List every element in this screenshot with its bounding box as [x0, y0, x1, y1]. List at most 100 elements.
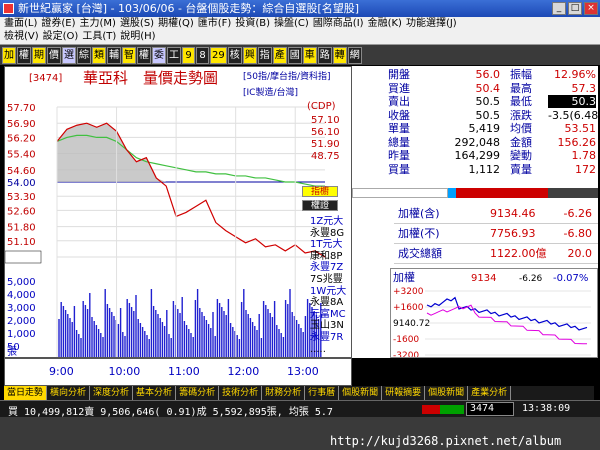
quote-label: 買進 — [388, 81, 410, 95]
menu-item[interactable]: 工具(T) — [80, 30, 118, 43]
mini-tick-label: -1600 — [393, 335, 419, 345]
toolbar-button[interactable]: 權 — [17, 46, 31, 64]
toolbar-button[interactable]: 智 — [122, 46, 136, 64]
warrant-item[interactable]: 玉山3N — [310, 320, 350, 332]
code-input[interactable]: 3474 — [466, 402, 514, 416]
analysis-tab[interactable]: 當日走勢 — [4, 386, 48, 400]
maximize-button[interactable]: □ — [568, 2, 582, 15]
toolbar-button[interactable]: 網 — [347, 46, 362, 64]
menu-item[interactable]: 證券(E) — [39, 17, 77, 30]
warrant-item[interactable]: 7S兆豐 — [310, 274, 350, 286]
menu-item[interactable]: 匯市(F) — [196, 17, 234, 30]
watermark-url: http://kujd3268.pixnet.net/album — [330, 434, 562, 448]
toolbar-button[interactable]: 29 — [210, 46, 227, 64]
index-label: 成交總額 — [398, 247, 442, 260]
index-row: 加權(含) 9134.46 -6.26 — [394, 204, 598, 224]
price-tick-label: 54.60 — [7, 166, 36, 177]
analysis-tab[interactable]: 籌碼分析 — [176, 386, 220, 400]
toolbar-button[interactable]: 加 — [2, 46, 16, 64]
quote-label: 買量 — [388, 162, 410, 176]
menu-item[interactable]: 畫面(L) — [2, 17, 39, 30]
toolbar-button[interactable]: 委 — [152, 46, 166, 64]
toolbar-button[interactable]: 期 — [32, 46, 46, 64]
warrant-item[interactable]: 康和8P — [310, 251, 350, 263]
toolbar-button[interactable]: 類 — [92, 46, 106, 64]
warrant-item[interactable]: 永豐7R — [310, 332, 350, 344]
cdp-value: 56.10 — [311, 127, 340, 138]
analysis-tab[interactable]: 行事曆 — [305, 386, 340, 400]
menu-item[interactable]: 國際商品(I) — [311, 17, 366, 30]
toolbar-button[interactable]: 工 — [167, 46, 181, 64]
time-tick-label: 11:00 — [168, 365, 200, 378]
analysis-tab[interactable]: 財務分析 — [262, 386, 306, 400]
analysis-tab[interactable]: 產業分析 — [468, 386, 512, 400]
menu-item[interactable]: 選股(S) — [118, 17, 156, 30]
minimize-button[interactable]: _ — [552, 2, 566, 15]
menu-item[interactable]: 期權(Q) — [156, 17, 196, 30]
quote-value: 53.51 — [564, 122, 597, 135]
price-tick-label: 51.10 — [7, 237, 36, 248]
warrant-item[interactable]: 元富MC — [310, 309, 350, 321]
analysis-tab[interactable]: 基本分析 — [133, 386, 177, 400]
toolbar-button[interactable]: 車 — [302, 46, 317, 64]
clock: 13:38:09 — [522, 403, 571, 414]
chart-title: 量價走勢圖 — [143, 69, 218, 87]
warrant-item[interactable]: 1W元大 — [310, 286, 350, 298]
menu-item[interactable]: 投資(B) — [233, 17, 272, 30]
toolbar-button[interactable]: 權 — [137, 46, 151, 64]
toolbar-button[interactable]: 轉 — [332, 46, 347, 64]
menu-item[interactable]: 設定(O) — [41, 30, 81, 43]
analysis-tab[interactable]: 研報摘要 — [382, 386, 426, 400]
warrant-list: 1Z元大 永豐8G 1T元大 康和8P 永豐7Z 7S兆豐 1W元大 永豐8A 元富MC 玉山3N… — [310, 216, 350, 355]
time-tick-label: 9:00 — [49, 365, 74, 378]
time-tick-label: 12:00 — [227, 365, 260, 378]
quote-value: 1,112 — [468, 162, 501, 176]
mini-chart-panel: 加權 9134 -6.26 -0.07% +3200 +1600 9140.72 -1600 -… — [390, 268, 598, 361]
analysis-tab[interactable]: 橫向分析 — [47, 386, 91, 400]
mini-index-chart: 加權 9134 -6.26 -0.07% +3200 +1600 9140.72 -1600 -… — [393, 271, 591, 361]
toolbar-button[interactable]: 核 — [227, 46, 242, 64]
warrant-item[interactable]: 永豐8A — [310, 297, 350, 309]
quote-value: 156.26 — [557, 135, 597, 149]
quote-label: 收盤 — [388, 108, 410, 122]
index-row: 加權(不) 7756.93 -6.80 — [394, 224, 598, 244]
toolbar-button[interactable]: 9 — [182, 46, 195, 64]
toolbar-button[interactable]: 指 — [257, 46, 272, 64]
price-tick-label: 52.60 — [7, 206, 36, 217]
toolbar-button[interactable]: 興 — [242, 46, 257, 64]
menu-item[interactable]: 說明(H) — [118, 30, 157, 43]
warrant-item[interactable]: ..... — [310, 344, 350, 356]
close-button[interactable]: × — [584, 2, 598, 15]
warrant-item[interactable]: 永豐7Z — [310, 262, 350, 274]
menu-item[interactable]: 檢視(V) — [2, 30, 41, 43]
analysis-tab[interactable]: 個股新聞 — [339, 386, 383, 400]
index-change: -6.26 — [563, 207, 592, 220]
toolbar-button[interactable]: 路 — [317, 46, 332, 64]
quote-value: 57.3 — [571, 81, 597, 95]
toolbar-button[interactable]: 輔 — [107, 46, 121, 64]
analysis-tab[interactable]: 技術分析 — [219, 386, 263, 400]
warrant-button[interactable]: 權證 — [302, 200, 338, 211]
warrant-item[interactable]: 永豐8G — [310, 228, 350, 240]
menu-item[interactable]: 操盤(C) — [272, 17, 311, 30]
toolbar-button[interactable]: 產 — [272, 46, 287, 64]
index-button[interactable]: 指櫥 — [302, 186, 338, 197]
menu-item[interactable]: 金融(K) — [366, 17, 404, 30]
industry-tags: [IC製造/台灣] — [243, 86, 298, 98]
toolbar-button[interactable]: 8 — [196, 46, 209, 64]
menu-item[interactable]: 主力(M) — [78, 17, 118, 30]
toolbar-button[interactable]: 國 — [287, 46, 302, 64]
mini-tick-label: +1600 — [393, 303, 424, 313]
time-tick-label: 10:00 — [108, 365, 141, 378]
analysis-tab[interactable]: 深度分析 — [90, 386, 134, 400]
menu-item[interactable]: 功能選擇(J) — [404, 17, 459, 30]
window-title: 新世紀贏家 [台灣] - 103/06/06 - 台盤個股走勢：綜合自選股[名望… — [18, 2, 359, 15]
warrant-item[interactable]: 1Z元大 — [310, 216, 350, 228]
analysis-tab[interactable]: 個股新聞 — [425, 386, 469, 400]
volume-tick-label: 5,000 — [7, 277, 36, 288]
quote-label: 金額 — [510, 135, 532, 149]
toolbar-button[interactable]: 選 — [62, 46, 76, 64]
toolbar-button[interactable]: 綜 — [77, 46, 91, 64]
toolbar-button[interactable]: 價 — [47, 46, 61, 64]
warrant-item[interactable]: 1T元大 — [310, 239, 350, 251]
